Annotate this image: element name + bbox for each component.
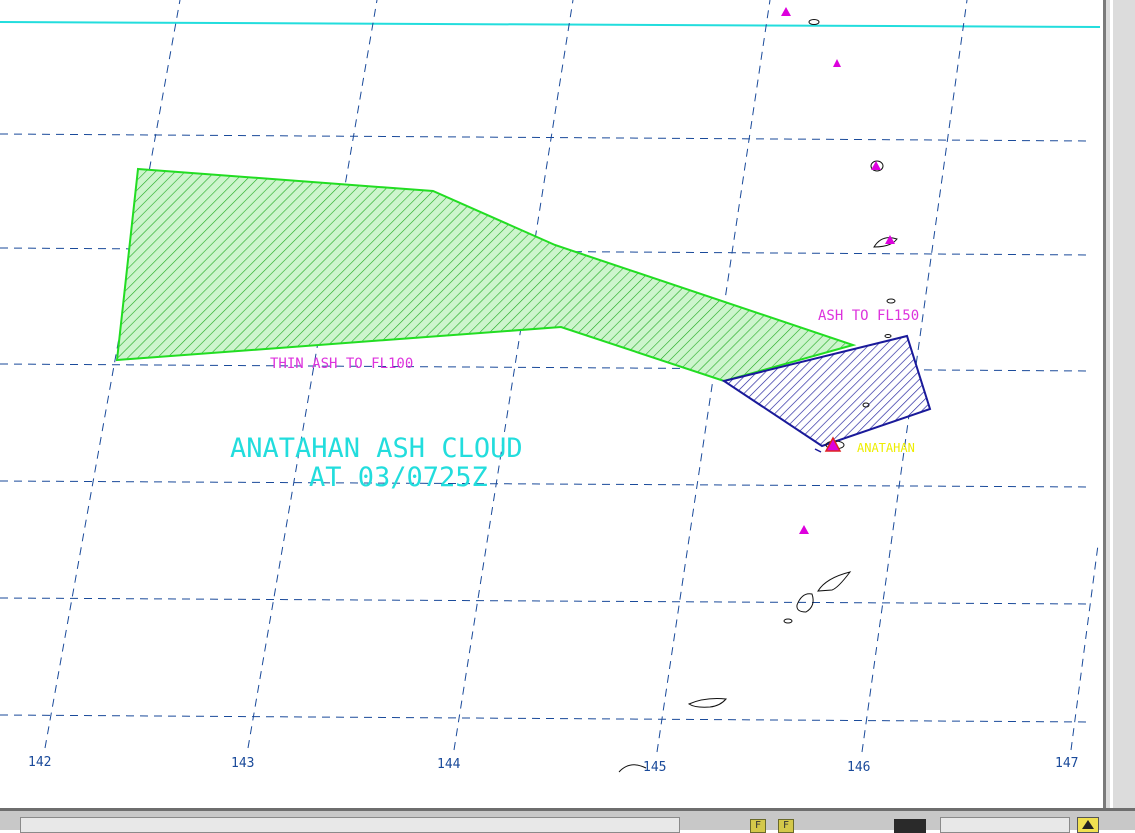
status-field-right — [940, 817, 1070, 833]
volcano-marker[interactable] — [781, 7, 791, 16]
ash-fl150-label: ASH TO FL150 — [818, 308, 919, 324]
map-canvas: 142 143 144 145 146 147 THIN ASH TO FL10… — [0, 0, 1101, 775]
toolbar-button-1[interactable]: F — [750, 819, 766, 833]
thin-ash-area[interactable] — [115, 167, 857, 383]
thin-ash-label: THIN ASH TO FL100 — [270, 356, 413, 372]
status-field — [20, 817, 680, 833]
longitude-label-145: 145 — [643, 760, 666, 775]
scroll-up-icon[interactable] — [1077, 817, 1099, 833]
window-right-border-highlight — [1110, 0, 1113, 830]
ash-cloud-map[interactable]: 142 143 144 145 146 147 THIN ASH TO FL10… — [0, 0, 1103, 808]
latitude-line-top — [0, 21, 1101, 28]
longitude-label-146: 146 — [847, 760, 870, 775]
longitude-label-143: 143 — [231, 756, 254, 771]
window-right-border — [1103, 0, 1135, 830]
map-title-line1: ANATAHAN ASH CLOUD — [230, 433, 523, 464]
map-title-line2: AT 03/0725Z — [309, 462, 488, 493]
toolbar-button-2[interactable]: F — [778, 819, 794, 833]
volcano-marker[interactable] — [799, 525, 809, 534]
longitude-grid — [44, 0, 1099, 753]
volcano-marker[interactable] — [833, 59, 841, 67]
volcano-marker[interactable] — [885, 235, 895, 244]
toolbar-tab[interactable] — [894, 819, 926, 833]
longitude-label-147: 147 — [1055, 756, 1078, 771]
anatahan-label: ANATAHAN — [857, 441, 915, 455]
longitude-label-144: 144 — [437, 757, 461, 772]
status-bar: F F — [0, 808, 1135, 833]
longitude-label-142: 142 — [28, 755, 51, 770]
